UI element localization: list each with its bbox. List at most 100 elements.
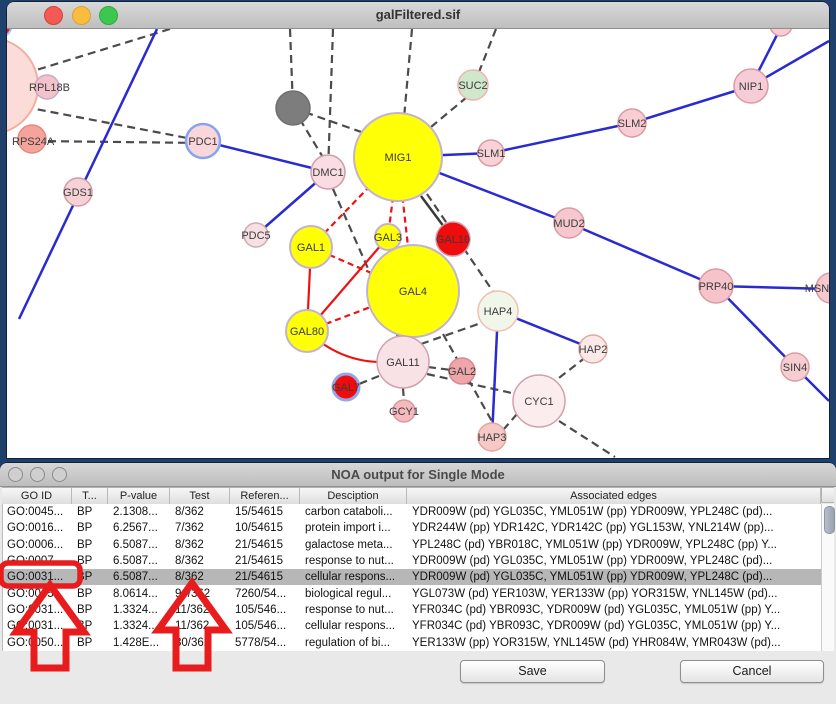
table-row-7[interactable]: GO:0031...BP1.3324...11/362105/546...cel… [3, 618, 822, 634]
table-row-5[interactable]: GO:0065...BP8.0614...94/3627260/54...bio… [3, 585, 822, 601]
table-row-1[interactable]: GO:0016...BP6.2567...7/36210/54615protei… [3, 520, 822, 536]
cell-2-6: YPL248C (pd) YBR018C, YML051W (pp) YDR00… [408, 539, 822, 551]
cell-4-3: 8/362 [171, 571, 231, 583]
edge-gray-dashed [504, 414, 517, 429]
column-header-3[interactable]: Test [170, 488, 230, 504]
cell-5-2: 8.0614... [109, 588, 171, 600]
table-row-6[interactable]: GO:0031...BP1.3324...11/362105/546...res… [3, 602, 822, 618]
column-header-2[interactable]: P-value [108, 488, 170, 504]
cell-5-4: 7260/54... [231, 588, 301, 600]
cell-7-4: 105/546... [231, 620, 301, 632]
table-row-2[interactable]: GO:0006...BP6.5087...8/36221/54615galact… [3, 537, 822, 553]
table-row-0[interactable]: GO:0045...BP2.1308...8/36215/54615carbon… [3, 504, 822, 520]
node-red-top[interactable] [7, 29, 11, 36]
column-header-4[interactable]: Referen... [230, 488, 300, 504]
table-row-3[interactable]: GO:0007...BP6.5087...8/36221/54615respon… [3, 553, 822, 569]
cell-1-6: YDR244W (pp) YDR142C, YDR142C (pp) YGL15… [408, 522, 822, 534]
cell-3-1: BP [73, 555, 109, 567]
save-button[interactable]: Save [460, 660, 605, 683]
cell-6-4: 105/546... [231, 604, 301, 616]
edge-gray-dashed [559, 421, 615, 457]
scrollbar-thumb[interactable] [824, 506, 835, 534]
cell-0-4: 15/54615 [231, 506, 301, 518]
cell-1-0: GO:0016... [3, 522, 73, 534]
cell-5-0: GO:0065... [3, 588, 73, 600]
table-row-8[interactable]: GO:0050...BP1.428E...80/3625778/54...reg… [3, 634, 822, 650]
noa-window-titlebar[interactable]: NOA output for Single Mode [0, 463, 836, 487]
edge-gray-dashed [477, 29, 496, 77]
network-canvas[interactable]: RPL18BRPS24AGDS1PDC1PDC5DMC1MIG1SUC2SLM1… [7, 29, 829, 458]
node-label-SLM1: SLM1 [477, 148, 506, 160]
node-gray-node[interactable] [276, 91, 310, 125]
column-header-1[interactable]: T... [72, 488, 108, 504]
cell-0-3: 8/362 [171, 506, 231, 518]
cell-7-1: BP [73, 620, 109, 632]
cell-0-2: 2.1308... [109, 506, 171, 518]
edge-gray-dashed [328, 29, 333, 172]
cell-8-5: regulation of bi... [301, 637, 408, 649]
network-window-titlebar[interactable]: galFiltered.sif [7, 2, 829, 29]
network-window: galFiltered.sif RPL18BRPS24AGDS1PDC1PDC5… [7, 2, 829, 458]
node-label-GDS1: GDS1 [63, 187, 93, 199]
node-label-SIN4: SIN4 [783, 362, 807, 374]
edge-blue [203, 141, 328, 172]
cell-3-4: 21/54615 [231, 555, 301, 567]
node-label-PDC1: PDC1 [188, 136, 217, 148]
node-label-GAL2: GAL2 [448, 366, 476, 378]
cell-4-0: GO:0031... [3, 571, 73, 583]
cell-2-2: 6.5087... [109, 539, 171, 551]
edge-gray-dashed [431, 97, 467, 127]
network-graph: RPL18BRPS24AGDS1PDC1PDC5DMC1MIG1SUC2SLM1… [7, 29, 829, 458]
cell-3-2: 6.5087... [109, 555, 171, 567]
cancel-button[interactable]: Cancel [680, 660, 824, 683]
noa-output-window: NOA output for Single Mode GO IDT...P-va… [0, 463, 836, 704]
cell-6-3: 11/362 [171, 604, 231, 616]
noa-window-title: NOA output for Single Mode [0, 467, 836, 482]
cell-0-5: carbon cataboli... [301, 506, 408, 518]
results-table: GO:0045...BP2.1308...8/36215/54615carbon… [2, 504, 822, 651]
cell-6-2: 1.3324... [109, 604, 171, 616]
cell-2-5: galactose meta... [301, 539, 408, 551]
vertical-scrollbar[interactable] [821, 504, 834, 651]
edge-gray-dashed [359, 376, 379, 384]
node-label-MIG1: MIG1 [385, 152, 412, 164]
cell-8-2: 1.428E... [109, 637, 171, 649]
node-label-MUD2: MUD2 [553, 218, 584, 230]
cell-2-1: BP [73, 539, 109, 551]
edge-blue [632, 86, 751, 123]
node-label-PDC5: PDC5 [241, 230, 270, 242]
cell-0-6: YDR009W (pd) YGL035C, YML051W (pp) YDR00… [408, 506, 822, 518]
node-pink-top[interactable] [770, 29, 792, 36]
cell-7-3: 11/362 [171, 620, 231, 632]
cell-7-6: YFR034C (pd) YBR093C, YDR009W (pd) YGL03… [408, 620, 822, 632]
node-label-MSN: MSN [805, 283, 829, 295]
node-label-GAL3: GAL3 [374, 232, 402, 244]
cell-3-3: 8/362 [171, 555, 231, 567]
table-header-stub [821, 487, 834, 503]
cell-8-3: 80/362 [171, 637, 231, 649]
node-label-HAP4: HAP4 [484, 306, 513, 318]
table-row-4[interactable]: GO:0031...BP6.5087...8/36221/54615cellul… [3, 569, 822, 585]
cell-5-1: BP [73, 588, 109, 600]
column-header-6[interactable]: Associated edges [407, 488, 821, 504]
cell-8-0: GO:0050... [3, 637, 73, 649]
node-label-CYC1: CYC1 [524, 396, 553, 408]
cell-2-0: GO:0006... [3, 539, 73, 551]
edge-blue [491, 123, 632, 153]
cell-7-5: cellular respons... [301, 620, 408, 632]
node-label-RPL18B: RPL18B [29, 82, 70, 94]
cell-4-2: 6.5087... [109, 571, 171, 583]
column-header-0[interactable]: GO ID [2, 488, 72, 504]
cell-3-5: response to nut... [301, 555, 408, 567]
column-header-5[interactable]: Desciption [300, 488, 407, 504]
cell-0-1: BP [73, 506, 109, 518]
cell-4-4: 21/54615 [231, 571, 301, 583]
cell-5-5: biological regul... [301, 588, 408, 600]
node-label-HAP3: HAP3 [478, 432, 507, 444]
cell-5-3: 94/362 [171, 588, 231, 600]
node-label-HAP2: HAP2 [579, 344, 608, 356]
cell-8-1: BP [73, 637, 109, 649]
cell-8-6: YER133W (pp) YOR315W, YNL145W (pd) YHR08… [408, 637, 822, 649]
cell-4-1: BP [73, 571, 109, 583]
cell-5-6: YGL073W (pd) YER103W, YER133W (pp) YOR31… [408, 588, 822, 600]
